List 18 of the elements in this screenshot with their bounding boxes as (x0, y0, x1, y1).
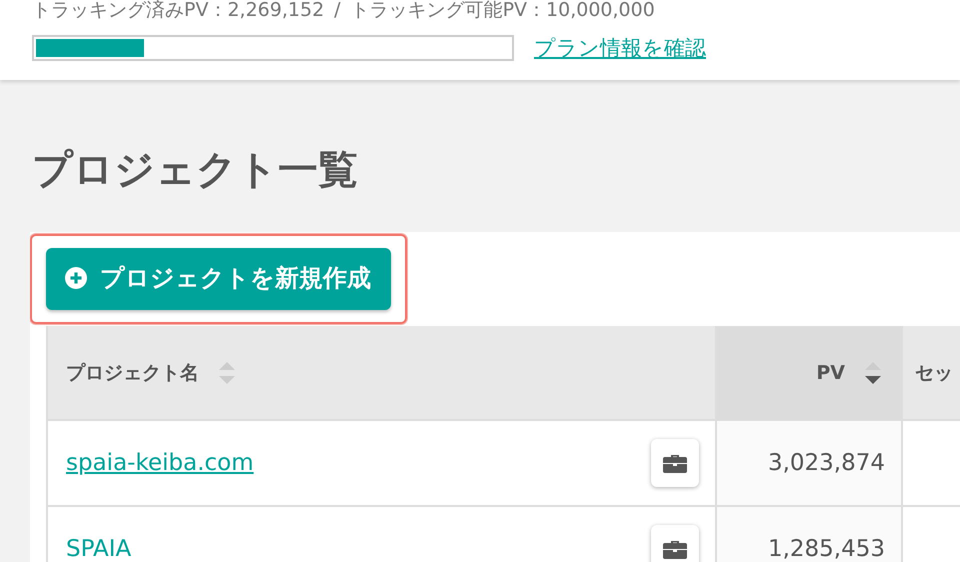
page-title: プロジェクト一覧 (32, 146, 359, 195)
project-tools-button[interactable] (651, 525, 699, 562)
pv-cell: 3,023,874 (715, 421, 901, 505)
pv-cell: 1,285,453 (715, 507, 901, 562)
tracked-pv-text: トラッキング済みPV：2,269,152 (32, 0, 324, 22)
column-header[interactable]: セッ (901, 326, 960, 419)
briefcase-icon (663, 453, 687, 473)
project-tools-button[interactable] (651, 439, 699, 487)
plus-circle-icon (64, 266, 88, 290)
project-link[interactable]: spaia-keiba.com (66, 450, 254, 476)
create-project-button[interactable]: プロジェクトを新規作成 (46, 248, 391, 310)
column-header[interactable]: プロジェクト名 (48, 326, 715, 419)
project-link[interactable]: SPAIA (66, 536, 132, 562)
briefcase-icon (663, 539, 687, 559)
plan-info-link[interactable]: プラン情報を確認 (534, 34, 706, 62)
capacity-pv-text: トラッキング可能PV：10,000,000 (350, 0, 655, 22)
separator-text: / (334, 0, 341, 22)
column-header[interactable]: PV (715, 326, 901, 419)
